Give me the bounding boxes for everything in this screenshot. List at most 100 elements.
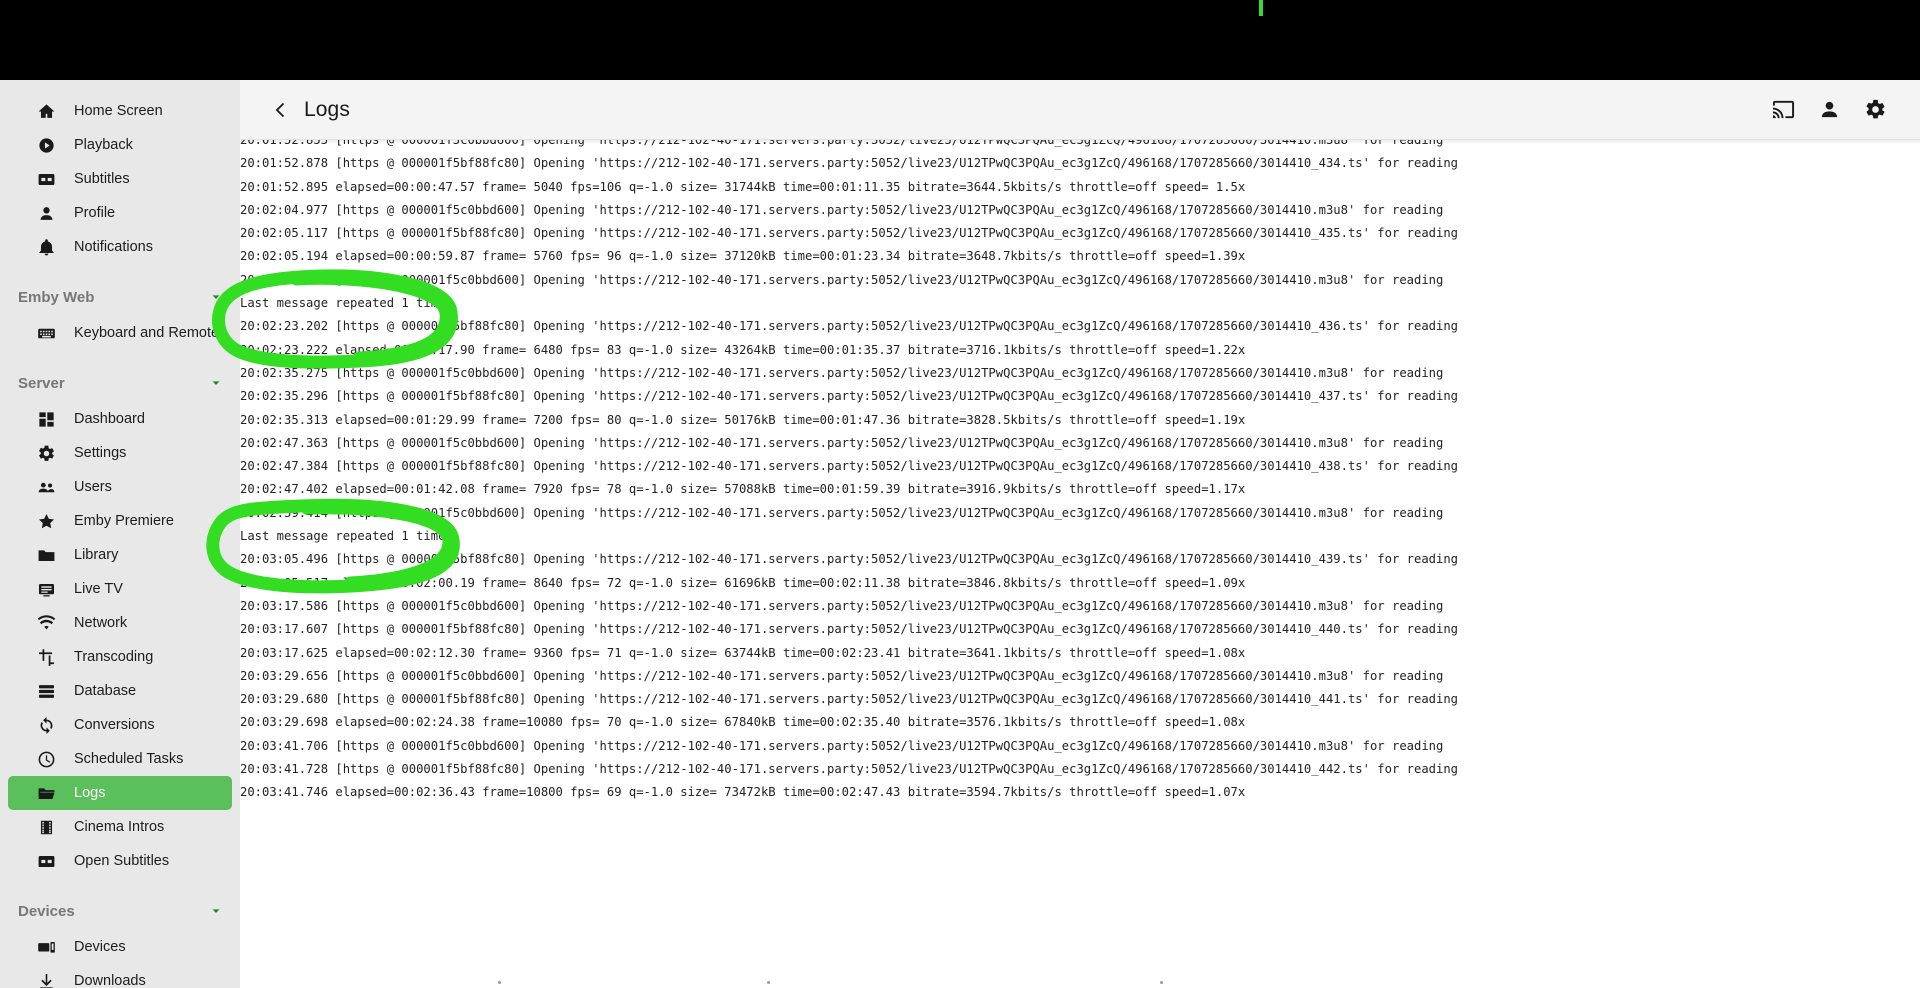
sidebar-group-server[interactable]: Server [0,364,240,402]
dot [498,981,501,984]
bell-icon [34,237,58,257]
sidebar-item-label: Emby Premiere [74,513,174,529]
log-line-text: 20:02:35.296 [https @ 000001f5bf88fc80] … [240,389,1459,404]
log-line-text: 20:03:41.706 [https @ 000001f5c0bbd600] … [240,738,1444,753]
log-line-text: 20:03:17.625 elapsed=00:02:12.30 frame= … [240,645,1246,660]
log-line: 20:02:47.363 [https @ 000001f5c0bbd600] … [240,432,1920,455]
sidebar-item-library[interactable]: Library [8,538,232,572]
log-line: 20:01:52.895 elapsed=00:00:47.57 frame= … [240,176,1920,199]
gear-icon [34,443,58,463]
sidebar-item-keyboard-and-remote[interactable]: Keyboard and Remote [8,316,232,350]
sidebar-item-label: Conversions [74,717,155,733]
gear-icon [1866,99,1884,119]
sidebar-item-logs[interactable]: Logs [8,776,232,810]
transform-icon [34,647,58,667]
log-line-text: 20:03:29.680 [https @ 000001f5bf88fc80] … [240,692,1459,707]
log-line: 20:02:23.202 [https @ 000001f5bf88fc80] … [240,315,1920,338]
page-title: Logs [304,97,350,121]
sidebar-item-playback[interactable]: Playback [8,128,232,162]
log-line-text: 20:03:41.746 elapsed=00:02:36.43 frame=1… [240,785,1246,800]
back-button[interactable] [264,93,298,127]
people-icon [34,477,58,497]
chevron-down-icon [212,295,220,299]
sidebar-item-emby-premiere[interactable]: Emby Premiere [8,504,232,538]
sidebar-item-subtitles[interactable]: Subtitles [8,162,232,196]
sidebar-item-settings[interactable]: Settings [8,436,232,470]
sidebar-item-devices[interactable]: Devices [8,930,232,964]
log-line: 20:02:05.117 [https @ 000001f5bf88fc80] … [240,222,1920,245]
log-line-text: 20:03:41.728 [https @ 000001f5bf88fc80] … [240,762,1459,777]
clock-icon [38,751,54,767]
sidebar-group-label: Emby Web [18,288,95,306]
sidebar-item-label: Database [74,683,137,699]
live-tv-icon [34,579,58,599]
sidebar-item-cinema-intros[interactable]: Cinema Intros [8,810,232,844]
log-line: Last message repeated 1 times [240,525,1920,548]
sidebar-item-label: Transcoding [74,649,154,665]
sidebar-item-scheduled-tasks[interactable]: Scheduled Tasks [8,742,232,776]
browser-chrome-strip [0,0,1920,80]
sidebar-item-downloads[interactable]: Downloads [8,964,232,988]
keyboard-icon [37,328,55,338]
sidebar-item-home-screen[interactable]: Home Screen [8,94,232,128]
log-line-text: 20:03:29.698 elapsed=00:02:24.38 frame=1… [240,715,1246,730]
user-button[interactable] [1806,87,1852,133]
sidebar-item-label: Cinema Intros [74,819,165,835]
sidebar-group-devices[interactable]: Devices [0,892,240,930]
sidebar-item-network[interactable]: Network [8,606,232,640]
log-line: 20:03:41.728 [https @ 000001f5bf88fc80] … [240,758,1920,781]
log-line-text: 20:01:52.878 [https @ 000001f5bf88fc80] … [240,156,1459,171]
cast-button[interactable] [1760,87,1806,133]
log-line: 20:02:59.414 [https @ 000001f5c0bbd600] … [240,502,1920,525]
sidebar-item-notifications[interactable]: Notifications [8,230,232,264]
sidebar-item-database[interactable]: Database [8,674,232,708]
star-icon [34,511,58,531]
folder-icon [38,549,54,561]
log-line: 20:03:29.698 elapsed=00:02:24.38 frame=1… [240,711,1920,734]
sidebar-item-label: Library [74,547,119,563]
people-icon [38,482,54,492]
sidebar-item-label: Home Screen [74,103,163,119]
sidebar-item-label: Open Subtitles [74,853,170,869]
log-line: 20:03:17.625 elapsed=00:02:12.30 frame= … [240,642,1920,665]
log-line: 20:02:35.296 [https @ 000001f5bf88fc80] … [240,385,1920,408]
settings-button[interactable] [1852,87,1898,133]
log-line: 20:02:47.402 elapsed=00:01:42.08 frame= … [240,478,1920,501]
log-line-text: 20:01:52.895 elapsed=00:00:47.57 frame= … [240,179,1246,194]
sidebar-item-profile[interactable]: Profile [8,196,232,230]
log-line: 20:01:52.878 [https @ 000001f5bf88fc80] … [240,152,1920,175]
gear-icon [38,445,54,461]
log-line: 20:03:17.586 [https @ 000001f5c0bbd600] … [240,595,1920,618]
log-line-text: 20:03:29.656 [https @ 000001f5c0bbd600] … [240,668,1444,683]
sidebar-group-emby-web[interactable]: Emby Web [0,278,240,316]
sidebar-item-dashboard[interactable]: Dashboard [8,402,232,436]
log-line-text: 20:02:35.313 elapsed=00:01:29.99 frame= … [240,412,1246,427]
sidebar-item-users[interactable]: Users [8,470,232,504]
sidebar-item-transcoding[interactable]: Transcoding [8,640,232,674]
sidebar-item-live-tv[interactable]: Live TV [8,572,232,606]
sidebar-item-open-subtitles[interactable]: Open Subtitles [8,844,232,878]
log-line-list: 20:01:52.855 [https @ 000001f5c0bbd600] … [240,140,1920,805]
log-line-text: 20:02:47.384 [https @ 000001f5bf88fc80] … [240,459,1459,474]
database-icon [38,684,54,698]
sidebar-item-label: Profile [74,205,116,221]
download-icon [34,971,58,988]
dot [1160,981,1163,984]
log-line-text: 20:02:59.414 [https @ 000001f5c0bbd600] … [240,505,1444,520]
log-line-text: 20:02:35.275 [https @ 000001f5c0bbd600] … [240,365,1444,380]
dot [767,981,770,984]
log-line-text: 20:02:04.977 [https @ 000001f5c0bbd600] … [240,202,1444,217]
sidebar-item-label: Devices [74,939,126,955]
play-circle-icon [34,135,58,155]
sidebar-item-label: Playback [74,137,133,153]
sidebar-item-conversions[interactable]: Conversions [8,708,232,742]
sidebar-item-label: Scheduled Tasks [74,751,184,767]
log-output[interactable]: 20:01:52.855 [https @ 000001f5c0bbd600] … [240,140,1920,988]
dashboard-icon [38,411,54,427]
home-icon [34,101,58,121]
bottom-indicator-dots [240,976,1920,988]
clock-icon [34,749,58,769]
log-line: 20:03:17.607 [https @ 000001f5bf88fc80] … [240,618,1920,641]
log-line-text: 20:02:23.202 [https @ 000001f5bf88fc80] … [240,319,1459,334]
log-line-text: 20:03:05.517 elapsed=00:02:00.19 frame= … [240,575,1246,590]
